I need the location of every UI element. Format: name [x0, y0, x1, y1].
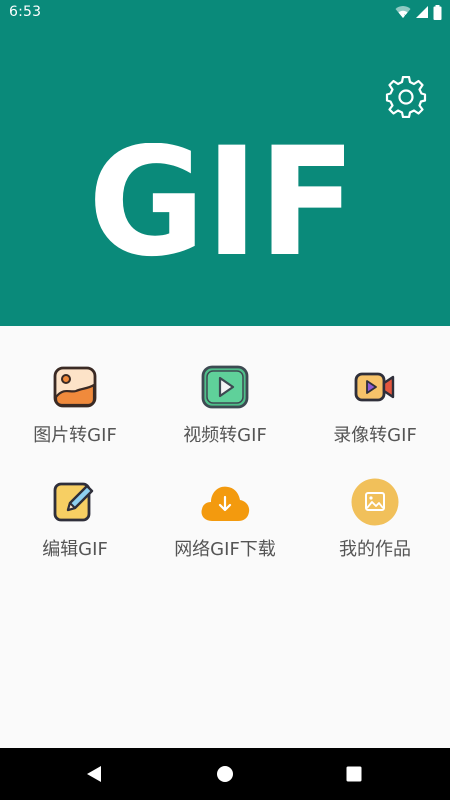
- menu-item-my-works[interactable]: 我的作品: [300, 477, 450, 589]
- gif-logo: GIF: [88, 116, 357, 290]
- navigation-bar: [0, 748, 450, 800]
- menu-item-image-to-gif[interactable]: 图片转GIF: [0, 363, 150, 475]
- menu-item-recording-to-gif[interactable]: 录像转GIF: [300, 363, 450, 475]
- menu-item-label: 网络GIF下载: [174, 539, 276, 560]
- signal-icon: [415, 5, 429, 19]
- logo-text: GIF: [92, 143, 356, 258]
- home-button[interactable]: [195, 748, 255, 800]
- recents-button[interactable]: [324, 748, 384, 800]
- menu-item-video-to-gif[interactable]: 视频转GIF: [150, 363, 300, 475]
- play-video-icon: [200, 363, 250, 413]
- cloud-download-icon: [200, 477, 250, 527]
- menu-item-label: 录像转GIF: [333, 425, 417, 446]
- video-camera-icon: [350, 363, 400, 413]
- gear-icon: [385, 75, 427, 122]
- edit-pencil-icon: [50, 477, 100, 527]
- svg-text:x: x: [404, 13, 408, 19]
- status-time: 6:53: [9, 4, 42, 20]
- gallery-icon: [350, 477, 400, 527]
- image-icon: [50, 363, 100, 413]
- menu-item-label: 编辑GIF: [42, 539, 108, 560]
- feature-grid: 图片转GIF 视频转GIF 录像转GIF 编辑GIF 网络GIF下载 我的作品: [0, 326, 450, 746]
- battery-icon: [433, 4, 442, 20]
- back-button[interactable]: [64, 748, 124, 800]
- wifi-icon: x: [395, 5, 411, 19]
- status-icons: x: [395, 4, 442, 20]
- menu-item-online-gif-download[interactable]: 网络GIF下载: [150, 477, 300, 589]
- menu-item-label: 视频转GIF: [183, 425, 267, 446]
- menu-item-label: 我的作品: [339, 539, 411, 560]
- status-bar: 6:53 x: [0, 0, 450, 24]
- menu-item-edit-gif[interactable]: 编辑GIF: [0, 477, 150, 589]
- menu-item-label: 图片转GIF: [33, 425, 117, 446]
- header-banner: GIF: [0, 24, 450, 326]
- settings-button[interactable]: [385, 75, 427, 119]
